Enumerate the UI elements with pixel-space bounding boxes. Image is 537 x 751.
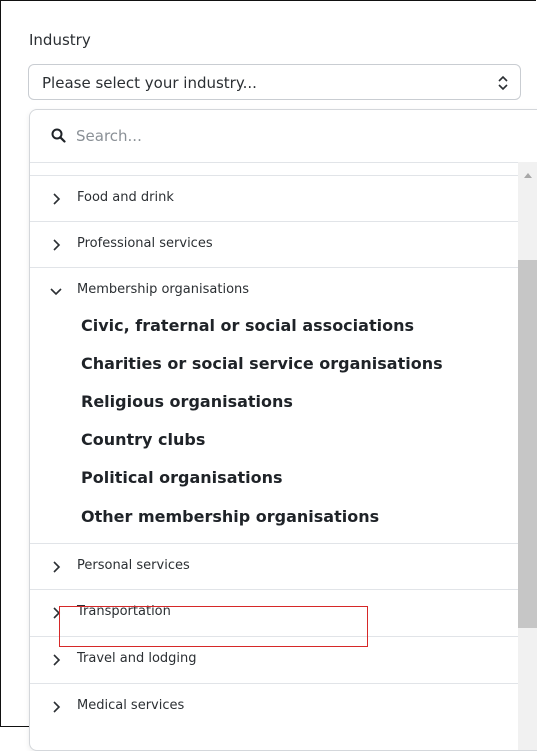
industry-label: Industry [29,31,91,49]
industry-dropdown: Food and drink Professional services Mem… [29,109,537,751]
chevron-down-icon [50,288,62,296]
category-label: Membership organisations [77,282,250,297]
category-medical-services[interactable]: Medical services [30,683,518,729]
subitem-political-organisations[interactable]: Political organisations [81,468,283,487]
scroll-up-arrow-icon[interactable] [524,172,532,178]
scrollbar-thumb[interactable] [518,260,537,628]
category-personal-services[interactable]: Personal services [30,543,518,589]
category-membership-organisations[interactable]: Membership organisations [30,267,518,313]
search-icon [51,128,66,143]
category-professional-services[interactable]: Professional services [30,221,518,267]
subitem-other-membership-organisations[interactable]: Other membership organisations [81,507,379,526]
category-label: Personal services [77,558,190,573]
chevron-right-icon [53,701,61,713]
chevron-right-icon [53,239,61,251]
select-value: Please select your industry... [42,74,257,92]
chevron-right-icon [53,654,61,666]
category-label: Travel and lodging [77,651,197,666]
industry-select[interactable]: Please select your industry... [28,64,521,100]
subitem-civic-associations[interactable]: Civic, fraternal or social associations [81,316,414,335]
chevron-up-down-icon [498,75,508,91]
chevron-right-icon [53,193,61,205]
category-food-and-drink[interactable]: Food and drink [30,175,518,221]
category-label: Professional services [77,236,213,251]
subitem-charities[interactable]: Charities or social service organisation… [81,354,443,373]
scrollbar[interactable] [518,162,537,750]
chevron-right-icon [53,561,61,573]
highlight-box [59,606,368,647]
subitem-country-clubs[interactable]: Country clubs [81,430,205,449]
search-input[interactable] [76,124,376,148]
subitem-religious-organisations[interactable]: Religious organisations [81,392,293,411]
category-label: Medical services [77,698,185,713]
category-label: Food and drink [77,190,174,205]
search-row [30,110,537,163]
